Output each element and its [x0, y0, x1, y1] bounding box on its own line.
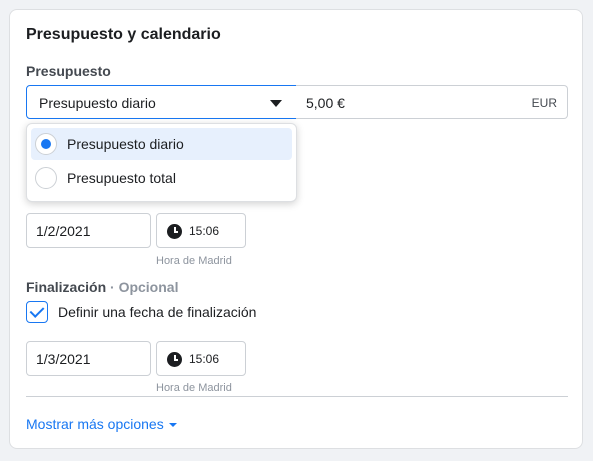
budget-type-value: Presupuesto diario — [39, 95, 156, 111]
show-more-label: Mostrar más opciones — [26, 416, 164, 432]
clock-icon — [167, 224, 182, 239]
start-time-input[interactable]: 15:06 — [156, 213, 246, 248]
end-label: Finalización · Opcional — [26, 279, 178, 295]
option-label: Presupuesto total — [67, 170, 176, 186]
chevron-down-icon — [270, 100, 282, 107]
section-title: Presupuesto y calendario — [26, 26, 221, 43]
end-date-checkbox-label[interactable]: Definir una fecha de finalización — [58, 304, 256, 320]
clock-icon — [167, 352, 182, 367]
budget-schedule-card: Presupuesto y calendario Presupuesto Pre… — [9, 9, 583, 449]
budget-amount-input[interactable]: 5,00 € EUR — [296, 85, 568, 119]
budget-type-select[interactable]: Presupuesto diario — [26, 85, 297, 119]
radio-icon — [35, 167, 57, 189]
radio-selected-icon — [35, 133, 57, 155]
end-time-value: 15:06 — [189, 352, 220, 366]
show-more-options-link[interactable]: Mostrar más opciones — [26, 416, 177, 432]
divider — [26, 396, 568, 397]
option-daily-budget[interactable]: Presupuesto diario — [31, 128, 292, 160]
end-date-checkbox[interactable] — [26, 301, 48, 323]
end-time-input[interactable]: 15:06 — [156, 341, 246, 376]
optional-tag: · Opcional — [110, 279, 179, 295]
start-date-input[interactable]: 1/2/2021 — [26, 213, 151, 248]
end-label-text: Finalización — [26, 279, 107, 295]
budget-amount-value: 5,00 € — [306, 95, 345, 111]
start-time-value: 15:06 — [189, 224, 220, 238]
budget-type-dropdown: Presupuesto diario Presupuesto total — [26, 123, 297, 202]
end-timezone: Hora de Madrid — [156, 382, 232, 394]
caret-down-icon — [168, 423, 177, 427]
currency-label: EUR — [531, 96, 557, 110]
option-label: Presupuesto diario — [67, 136, 184, 152]
start-timezone: Hora de Madrid — [156, 255, 232, 267]
budget-label: Presupuesto — [26, 63, 111, 79]
option-total-budget[interactable]: Presupuesto total — [31, 162, 292, 194]
end-date-input[interactable]: 1/3/2021 — [26, 341, 151, 376]
